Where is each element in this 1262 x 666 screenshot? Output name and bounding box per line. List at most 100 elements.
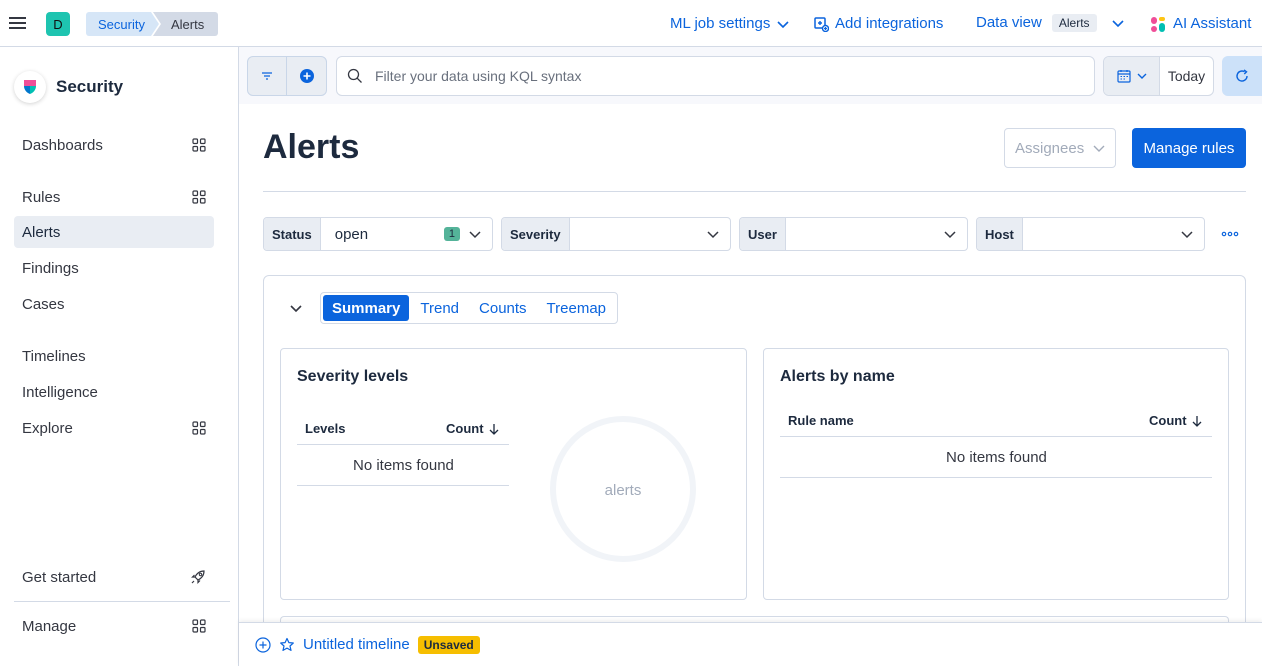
refresh-icon (1235, 69, 1249, 83)
nav-item-label: Get started (22, 568, 97, 586)
grid-icon[interactable] (192, 421, 206, 435)
view-tabs: Summary Trend Counts Treemap (320, 292, 618, 324)
breadcrumb-security[interactable]: Security (86, 12, 159, 36)
tab-counts[interactable]: Counts (470, 295, 536, 321)
nav-item-label: Rules (22, 188, 61, 206)
table-row-divider (297, 485, 509, 486)
severity-filter-value (570, 218, 730, 250)
donut-center-label: alerts (604, 482, 642, 499)
filter-button-group (247, 56, 327, 96)
table-header-divider (297, 444, 509, 445)
table-header-divider (780, 436, 1212, 437)
chevron-down-icon (1111, 16, 1125, 30)
ai-assistant-button[interactable]: AI Assistant (1150, 14, 1251, 34)
host-filter[interactable]: Host (976, 217, 1205, 251)
data-view-label: Data view (976, 14, 1042, 31)
space-avatar[interactable]: D (46, 12, 70, 36)
nav-item-label: Findings (22, 259, 79, 277)
ml-job-settings-button[interactable]: ML job settings (670, 14, 790, 34)
nav-item-alerts[interactable]: Alerts (14, 216, 214, 248)
nav-item-cases[interactable]: Cases (14, 288, 214, 320)
date-picker: Today (1103, 56, 1214, 96)
nav-item-timelines[interactable]: Timelines (14, 340, 214, 372)
chevron-down-icon (1137, 71, 1147, 81)
grid-icon[interactable] (192, 138, 206, 152)
user-filter[interactable]: User (739, 217, 968, 251)
sort-down-icon (1191, 415, 1203, 427)
top-header: D Security Alerts ML job settings Add in… (0, 0, 1262, 47)
query-bar: Filter your data using KQL syntax Today (239, 47, 1262, 104)
chevron-down-icon (776, 17, 790, 31)
nav-item-explore[interactable]: Explore (14, 412, 214, 444)
date-range-label[interactable]: Today (1160, 57, 1213, 95)
unsaved-badge: Unsaved (417, 635, 480, 654)
assignees-filter[interactable]: Assignees (1004, 128, 1116, 168)
manage-rules-button[interactable]: Manage rules (1132, 128, 1246, 168)
chevron-down-icon (468, 227, 482, 241)
timeline-title[interactable]: Untitled timeline (303, 636, 410, 653)
breadcrumb: Security Alerts (86, 12, 219, 36)
calendar-icon (1116, 69, 1131, 83)
alerts-by-name-empty-message: No items found (946, 449, 1047, 466)
count-header-label: Count (446, 421, 484, 436)
count-column-header[interactable]: Count (1149, 413, 1203, 428)
grid-icon[interactable] (192, 619, 206, 633)
collapse-button[interactable] (288, 300, 304, 316)
star-icon[interactable] (279, 637, 295, 653)
more-filters-button[interactable] (1218, 226, 1242, 242)
nav-item-manage[interactable]: Manage (14, 610, 214, 642)
security-logo-icon (14, 71, 46, 103)
title-divider (263, 191, 1246, 192)
chevron-down-icon (706, 227, 720, 241)
nav-item-label: Intelligence (22, 383, 98, 401)
page-title: Alerts (263, 128, 360, 166)
count-column-header[interactable]: Count (446, 421, 500, 436)
nav-item-findings[interactable]: Findings (14, 252, 214, 284)
tab-summary[interactable]: Summary (323, 295, 410, 321)
alerts-by-name-title: Alerts by name (780, 368, 895, 385)
rule-name-header-label: Rule name (788, 413, 854, 428)
nav-item-intelligence[interactable]: Intelligence (14, 376, 214, 408)
user-filter-label: User (740, 218, 786, 250)
nav-item-dashboards[interactable]: Dashboards (14, 129, 214, 161)
nav-item-label: Alerts (22, 223, 61, 241)
nav-item-label: Dashboards (22, 136, 103, 154)
rule-name-column-header[interactable]: Rule name (788, 413, 854, 428)
data-view-picker[interactable]: Data view Alerts (976, 13, 1125, 33)
side-navigation: Security Dashboards Rules Alerts Finding… (0, 47, 239, 666)
add-integrations-label: Add integrations (835, 15, 944, 32)
host-filter-label: Host (977, 218, 1023, 250)
severity-filter-label: Severity (502, 218, 570, 250)
add-integrations-button[interactable]: Add integrations (813, 14, 943, 34)
nav-item-rules[interactable]: Rules (14, 181, 214, 213)
nav-item-label: Timelines (22, 347, 86, 365)
data-view-value: Alerts (1051, 14, 1097, 32)
count-header-label: Count (1149, 413, 1187, 428)
quick-select-button[interactable] (1104, 57, 1160, 95)
tab-trend[interactable]: Trend (411, 295, 468, 321)
status-filter[interactable]: Status open 1 (263, 217, 493, 251)
nav-header[interactable]: Security (14, 71, 123, 103)
timeline-bar: Untitled timeline Unsaved (239, 622, 1262, 666)
nav-item-get-started[interactable]: Get started (14, 561, 214, 593)
rocket-icon (190, 569, 206, 585)
refresh-button[interactable] (1222, 56, 1262, 96)
menu-icon[interactable] (8, 13, 28, 33)
ai-assistant-icon (1150, 16, 1167, 33)
add-timeline-icon[interactable] (255, 636, 271, 653)
status-filter-value: open 1 (321, 218, 492, 250)
grid-icon[interactable] (192, 190, 206, 204)
severity-card-title: Severity levels (297, 368, 409, 385)
levels-column-header[interactable]: Levels (305, 421, 345, 436)
severity-filter[interactable]: Severity (501, 217, 731, 251)
add-filter-button[interactable] (287, 57, 326, 95)
table-row-divider (780, 477, 1212, 478)
sort-down-icon (488, 423, 500, 435)
chevron-down-icon (943, 227, 957, 241)
filter-menu-button[interactable] (248, 57, 288, 95)
tab-treemap[interactable]: Treemap (538, 295, 615, 321)
severity-empty-message: No items found (353, 457, 454, 474)
kql-search-input[interactable]: Filter your data using KQL syntax (336, 56, 1095, 96)
ellipsis-icon (1221, 231, 1239, 237)
ai-assistant-label: AI Assistant (1173, 15, 1252, 32)
